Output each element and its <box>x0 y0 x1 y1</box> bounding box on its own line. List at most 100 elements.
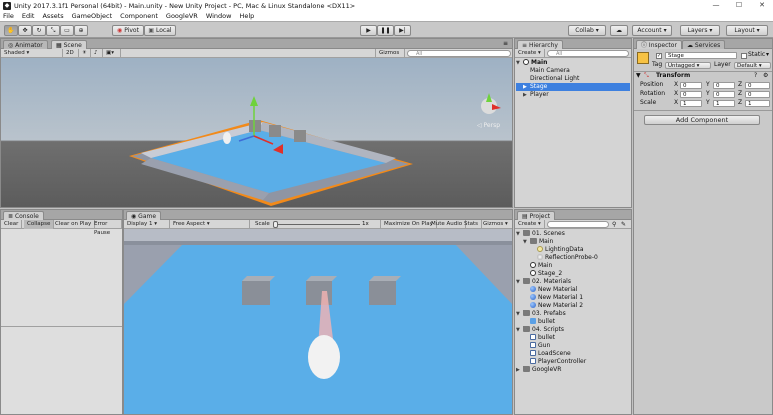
display-dropdown[interactable]: Display 1 ▾ <box>124 220 170 229</box>
panel-menu-icon[interactable]: ≡ <box>503 40 508 47</box>
game-gizmos-dropdown[interactable]: Gizmos ▾ <box>480 220 511 229</box>
tab-services[interactable]: ☁ Services <box>682 40 726 49</box>
console-collapse-button[interactable]: Collapse <box>24 220 55 229</box>
project-item[interactable]: Main <box>516 262 630 270</box>
menu-edit[interactable]: Edit <box>22 12 35 20</box>
filter-icon[interactable]: ⚲ <box>612 220 616 229</box>
static-dropdown-icon[interactable]: ▾ <box>766 51 769 59</box>
stats-toggle[interactable]: Stats <box>461 220 483 229</box>
project-item[interactable]: LoadScene <box>516 350 630 358</box>
shading-dropdown[interactable]: Shaded ▾ <box>1 49 63 58</box>
scale-y-field[interactable]: 1 <box>713 100 735 107</box>
maximize-button[interactable]: ☐ <box>728 0 750 11</box>
hierarchy-item-directional-light[interactable]: Directional Light <box>516 75 630 83</box>
project-item[interactable]: ▶ GoogleVR <box>516 366 630 374</box>
minimize-button[interactable]: — <box>705 0 727 11</box>
console-clear-on-play-button[interactable]: Clear on Play <box>52 220 96 229</box>
tab-inspector[interactable]: ⓘ Inspector <box>636 40 682 49</box>
persp-label[interactable]: ◁ Persp <box>477 122 500 129</box>
expand-arrow-icon[interactable]: ▶ <box>516 366 523 374</box>
project-item[interactable]: PlayerController <box>516 358 630 366</box>
mode-2d-toggle[interactable]: 2D <box>63 49 79 58</box>
tab-scene[interactable]: ▦ Scene <box>51 40 87 49</box>
object-name-field[interactable]: Stage <box>665 52 737 59</box>
step-button[interactable]: ▶| <box>394 25 411 36</box>
expand-arrow-icon[interactable]: ▼ <box>516 326 523 334</box>
project-create-button[interactable]: Create ▾ <box>515 220 545 229</box>
hand-tool-button[interactable]: ✋ <box>4 25 18 36</box>
cloud-button[interactable]: ☁ <box>610 25 628 36</box>
collab-button[interactable]: Collab ▾ <box>568 25 606 36</box>
scale-z-field[interactable]: 1 <box>745 100 770 107</box>
active-checkbox[interactable]: ✓ <box>656 53 662 59</box>
position-x-field[interactable]: 0 <box>680 82 702 89</box>
project-item[interactable]: ▼ 04. Scripts <box>516 326 630 334</box>
project-search-input[interactable] <box>547 221 609 228</box>
menu-googlevr[interactable]: GoogleVR <box>166 12 198 20</box>
hierarchy-item-main-camera[interactable]: Main Camera <box>516 67 630 75</box>
gameobject-icon[interactable] <box>637 52 649 64</box>
scale-tool-button[interactable]: ⤡ <box>46 25 60 36</box>
layer-dropdown[interactable]: Default ▾ <box>734 62 771 69</box>
project-item[interactable]: Stage_2 <box>516 270 630 278</box>
aspect-dropdown[interactable]: Free Aspect ▾ <box>170 220 250 229</box>
rotate-tool-button[interactable]: ↻ <box>32 25 46 36</box>
play-button[interactable]: ▶ <box>360 25 377 36</box>
help-icon[interactable]: ? <box>754 72 757 80</box>
hierarchy-search-input[interactable]: All <box>547 50 629 57</box>
scale-slider-thumb[interactable] <box>273 221 278 228</box>
audio-toggle[interactable]: ♪ <box>91 49 103 58</box>
scene-gizmos-dropdown[interactable]: Gizmos ▾ <box>375 49 405 65</box>
project-item[interactable]: New Material <box>516 286 630 294</box>
layout-dropdown[interactable]: Layout ▾ <box>726 25 768 36</box>
project-item[interactable]: ▼ 02. Materials <box>516 278 630 286</box>
expand-arrow-icon[interactable]: ▼ <box>516 230 523 238</box>
tag-dropdown[interactable]: Untagged ▾ <box>665 62 711 69</box>
project-item[interactable]: bullet <box>516 318 630 326</box>
tab-project[interactable]: ▤ Project <box>517 211 556 220</box>
project-item[interactable]: ▼ 03. Prefabs <box>516 310 630 318</box>
scale-slider-track[interactable] <box>276 224 360 225</box>
menu-component[interactable]: Component <box>120 12 158 20</box>
light-toggle[interactable]: ☀ <box>79 49 91 58</box>
project-item[interactable]: bullet <box>516 334 630 342</box>
expand-arrow-icon[interactable]: ▼ <box>516 278 523 286</box>
scene-viewport[interactable]: ◁ Persp <box>1 58 512 207</box>
transform-tool-button[interactable]: ⊕ <box>74 25 88 36</box>
hierarchy-item-player[interactable]: ▶ Player <box>516 91 630 99</box>
game-viewport[interactable] <box>124 229 512 414</box>
account-dropdown[interactable]: Account ▾ <box>632 25 672 36</box>
console-clear-button[interactable]: Clear <box>1 220 23 229</box>
expand-arrow-icon[interactable]: ▶ <box>523 91 530 99</box>
rotation-x-field[interactable]: 0 <box>680 91 702 98</box>
hierarchy-item-main[interactable]: ▼ Main <box>516 59 630 67</box>
tab-animator[interactable]: ◎ Animator <box>3 40 48 49</box>
scene-search-input[interactable]: All <box>407 50 511 57</box>
project-item[interactable]: ▼ Main <box>516 238 630 246</box>
menu-window[interactable]: Window <box>206 12 232 20</box>
rotation-z-field[interactable]: 0 <box>745 91 770 98</box>
menu-gameobject[interactable]: GameObject <box>72 12 113 20</box>
close-button[interactable]: ✕ <box>751 0 773 11</box>
layers-dropdown[interactable]: Layers ▾ <box>680 25 720 36</box>
tab-console[interactable]: ≣ Console <box>3 211 44 220</box>
static-checkbox[interactable] <box>741 53 747 59</box>
project-item[interactable]: Gun <box>516 342 630 350</box>
project-item[interactable]: ReflectionProbe-0 <box>516 254 630 262</box>
console-error-pause-button[interactable]: Error Pause <box>91 220 122 236</box>
rect-tool-button[interactable]: ▭ <box>60 25 74 36</box>
local-toggle[interactable]: ▣ Local <box>144 25 176 36</box>
project-item[interactable]: ▼ 01. Scenes <box>516 230 630 238</box>
expand-arrow-icon[interactable]: ▼ <box>516 310 523 318</box>
menu-assets[interactable]: Assets <box>42 12 63 20</box>
menu-help[interactable]: Help <box>239 12 254 20</box>
label-icon[interactable]: ✎ <box>621 220 626 229</box>
position-z-field[interactable]: 0 <box>745 82 770 89</box>
tab-hierarchy[interactable]: ≡ Hierarchy <box>517 40 563 49</box>
settings-icon[interactable]: ⚙ <box>763 72 768 80</box>
hierarchy-create-button[interactable]: Create ▾ <box>515 49 545 58</box>
tab-game[interactable]: ◉ Game <box>126 211 162 220</box>
project-item[interactable]: New Material 1 <box>516 294 630 302</box>
expand-arrow-icon[interactable]: ▼ <box>516 59 523 67</box>
rotation-y-field[interactable]: 0 <box>713 91 735 98</box>
